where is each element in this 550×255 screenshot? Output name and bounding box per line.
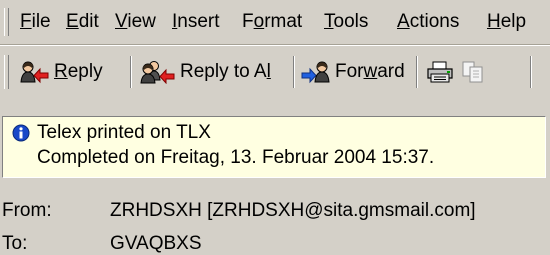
reply-button[interactable]: Reply: [20, 54, 103, 90]
reply-all-icon: [140, 61, 175, 84]
reply-to-all-label: Reply to Al: [180, 61, 271, 82]
to-label: To:: [2, 233, 28, 254]
menu-format[interactable]: Format: [242, 11, 302, 33]
menu-bar-grip[interactable]: [4, 8, 9, 36]
from-label: From:: [2, 200, 52, 221]
copy-button[interactable]: [460, 54, 486, 90]
info-bar[interactable]: Telex printed on TLX Completed on Freita…: [2, 116, 546, 178]
toolbar-separator: [530, 56, 532, 88]
menu-bar: File Edit View Insert Format Tools Actio…: [0, 0, 550, 45]
menu-edit[interactable]: Edit: [66, 11, 99, 33]
info-icon: [12, 124, 30, 142]
message-header-area: Telex printed on TLX Completed on Freita…: [0, 100, 550, 254]
print-button[interactable]: [426, 54, 454, 90]
menu-help[interactable]: Help: [487, 11, 526, 33]
reply-to-all-button[interactable]: Reply to Al: [140, 54, 271, 90]
toolbar-separator: [416, 56, 418, 88]
toolbar-grip[interactable]: [4, 55, 9, 89]
info-line-status: Telex printed on TLX: [37, 122, 211, 143]
forward-button[interactable]: Forward: [301, 54, 405, 90]
to-value[interactable]: GVAQBXS: [110, 233, 202, 255]
reply-icon: [20, 61, 49, 84]
menu-file[interactable]: File: [20, 11, 51, 33]
toolbar: Reply Reply to Al Forward: [0, 45, 550, 101]
menu-tools[interactable]: Tools: [324, 11, 368, 33]
copy-icon: [462, 61, 483, 83]
printer-icon: [427, 61, 453, 83]
info-line-completed: Completed on Freitag, 13. Februar 2004 1…: [37, 147, 435, 168]
reply-label: Reply: [54, 61, 103, 82]
menu-view[interactable]: View: [115, 11, 156, 33]
forward-icon: [301, 61, 330, 84]
forward-label: Forward: [335, 61, 405, 82]
menu-insert[interactable]: Insert: [172, 11, 220, 33]
toolbar-separator: [293, 56, 295, 88]
toolbar-separator: [130, 56, 132, 88]
menu-actions[interactable]: Actions: [397, 11, 459, 33]
from-value[interactable]: ZRHDSXH [ZRHDSXH@sita.gmsmail.com]: [110, 200, 476, 222]
